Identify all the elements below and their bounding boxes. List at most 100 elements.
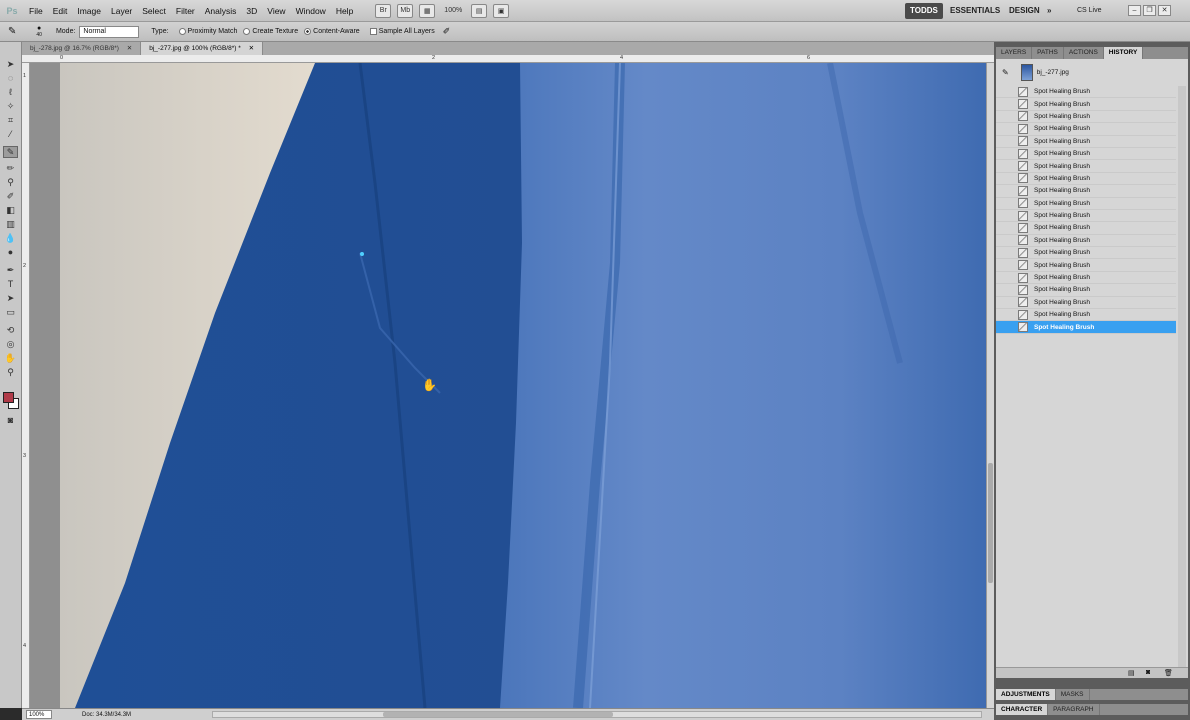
history-item[interactable]: Spot Healing Brush [996,86,1176,99]
hand-tool-icon[interactable]: ✋ [3,352,18,364]
new-document-icon[interactable]: ▤ [1128,669,1135,677]
pen-tool-icon[interactable]: ✒ [3,264,18,276]
view-extras-icon[interactable]: ▦ [419,3,436,18]
menu-view[interactable]: View [262,0,290,22]
cs-live-button[interactable]: CS Live [1072,3,1107,19]
new-snapshot-icon[interactable]: ◙ [1146,669,1150,676]
tab-character[interactable]: CHARACTER [996,704,1049,715]
history-item[interactable]: Spot Healing Brush [996,98,1176,111]
zoom-level[interactable]: 100% [444,7,462,14]
menu-image[interactable]: Image [72,0,106,22]
history-brush-tool-icon[interactable]: ✐ [3,190,18,202]
menu-3d[interactable]: 3D [241,0,262,22]
workspace-todds[interactable]: TODDS [905,3,943,19]
history-brush-source-icon[interactable]: ✎ [1002,68,1009,77]
history-item[interactable]: Spot Healing Brush [996,210,1176,223]
menu-window[interactable]: Window [291,0,331,22]
crop-tool-icon[interactable]: ⌗ [3,114,18,126]
quick-mask-icon[interactable]: ◙ [3,414,18,426]
tab-close-icon[interactable]: ✕ [127,45,132,52]
scrollbar-thumb[interactable] [988,463,993,583]
history-item[interactable]: Spot Healing Brush [996,111,1176,124]
tab-paragraph[interactable]: PARAGRAPH [1048,704,1100,715]
history-item[interactable]: Spot Healing Brush [996,198,1176,210]
move-tool-icon[interactable]: ➤ [3,58,18,70]
workspace-design[interactable]: DESIGN [1004,3,1045,19]
screen-mode-icon[interactable]: ▣ [493,3,510,18]
history-item[interactable]: Spot Healing Brush [996,309,1176,322]
brush-preset-picker[interactable]: ● 40 [36,25,42,38]
history-scrollbar[interactable] [1178,86,1186,676]
pressure-size-icon[interactable]: ✐ [443,26,451,37]
zoom-tool-icon[interactable]: ⚲ [3,366,18,378]
history-snapshot[interactable]: ✎ bj_-277.jpg [1002,63,1069,81]
spot-healing-brush-tool-icon[interactable]: ✎ [3,146,18,158]
history-item[interactable]: Spot Healing Brush [996,259,1176,272]
history-item[interactable]: Spot Healing Brush [996,272,1176,285]
mode-select[interactable]: Normal [79,25,140,38]
path-select-tool-icon[interactable]: ➤ [3,292,18,304]
close-icon[interactable]: ✕ [1158,5,1171,16]
tab-history[interactable]: HISTORY [1103,47,1144,59]
history-item[interactable]: Spot Healing Brush [996,160,1176,173]
scrollbar-thumb[interactable] [383,712,613,717]
tab-bj-277[interactable]: bj_-277.jpg @ 100% (RGB/8*) * ✕ [141,42,264,55]
menu-filter[interactable]: Filter [171,0,200,22]
history-item[interactable]: Spot Healing Brush [996,284,1176,297]
blur-tool-icon[interactable]: 💧 [3,232,18,244]
minimize-icon[interactable]: – [1128,5,1141,16]
horizontal-scrollbar[interactable] [212,711,982,718]
quick-select-tool-icon[interactable]: ✧ [3,100,18,112]
menu-select[interactable]: Select [137,0,171,22]
menu-analysis[interactable]: Analysis [200,0,242,22]
menu-help[interactable]: Help [331,0,358,22]
restore-icon[interactable]: ❐ [1143,5,1156,16]
eraser-tool-icon[interactable]: ◧ [3,204,18,216]
menu-file[interactable]: File [24,0,48,22]
type-tool-icon[interactable]: T [3,278,18,290]
arrange-documents-icon[interactable]: ▤ [471,3,488,18]
tab-close-icon[interactable]: ✕ [249,45,254,52]
minibridge-icon[interactable]: Mb [397,3,414,18]
tab-actions[interactable]: ACTIONS [1064,47,1104,59]
tab-adjustments[interactable]: ADJUSTMENTS [996,689,1056,700]
menu-layer[interactable]: Layer [106,0,137,22]
3d-rotate-tool-icon[interactable]: ⟲ [3,324,18,336]
clone-stamp-tool-icon[interactable]: ⚲ [3,176,18,188]
workspace-more-icon[interactable]: » [1042,3,1056,19]
dodge-tool-icon[interactable]: ● [3,246,18,258]
history-item[interactable]: Spot Healing Brush [996,321,1176,334]
brush-tool-icon[interactable]: ✏ [3,162,18,174]
history-item[interactable]: Spot Healing Brush [996,136,1176,148]
history-item[interactable]: Spot Healing Brush [996,185,1176,198]
tab-bj-278[interactable]: bj_-278.jpg @ 16.7% (RGB/8*) ✕ [22,42,142,55]
history-item[interactable]: Spot Healing Brush [996,148,1176,161]
sample-all-layers-checkbox[interactable] [369,28,377,35]
tab-masks[interactable]: MASKS [1056,689,1090,700]
create-texture-radio[interactable] [243,28,251,35]
history-item[interactable]: Spot Healing Brush [996,123,1176,136]
foreground-color-swatch[interactable] [3,392,14,403]
3d-orbit-tool-icon[interactable]: ◎ [3,338,18,350]
history-item[interactable]: Spot Healing Brush [996,247,1176,260]
history-item[interactable]: Spot Healing Brush [996,235,1176,248]
tab-paths[interactable]: PATHS [1032,47,1064,59]
tab-layers[interactable]: LAYERS [996,47,1033,59]
gradient-tool-icon[interactable]: ▥ [3,218,18,230]
proximity-match-radio[interactable] [178,28,186,35]
shape-tool-icon[interactable]: ▭ [3,306,18,318]
trash-icon[interactable]: 🗑 [1164,669,1173,677]
spot-healing-brush-icon[interactable]: ✎ [8,26,16,37]
history-item[interactable]: Spot Healing Brush [996,222,1176,235]
status-zoom-field[interactable]: 100% [26,710,52,719]
document-canvas[interactable]: ✋ [30,63,986,708]
eyedropper-tool-icon[interactable]: ⁄ [3,128,18,140]
workspace-essentials[interactable]: ESSENTIALS [945,3,1005,19]
content-aware-radio[interactable] [304,28,312,35]
vertical-scrollbar[interactable] [986,63,994,708]
history-item[interactable]: Spot Healing Brush [996,173,1176,186]
marquee-tool-icon[interactable]: ◌ [3,72,18,84]
doc-size-info[interactable]: Doc: 34.3M/34.3M [82,712,131,718]
menu-edit[interactable]: Edit [48,0,73,22]
lasso-tool-icon[interactable]: ℓ [3,86,18,98]
